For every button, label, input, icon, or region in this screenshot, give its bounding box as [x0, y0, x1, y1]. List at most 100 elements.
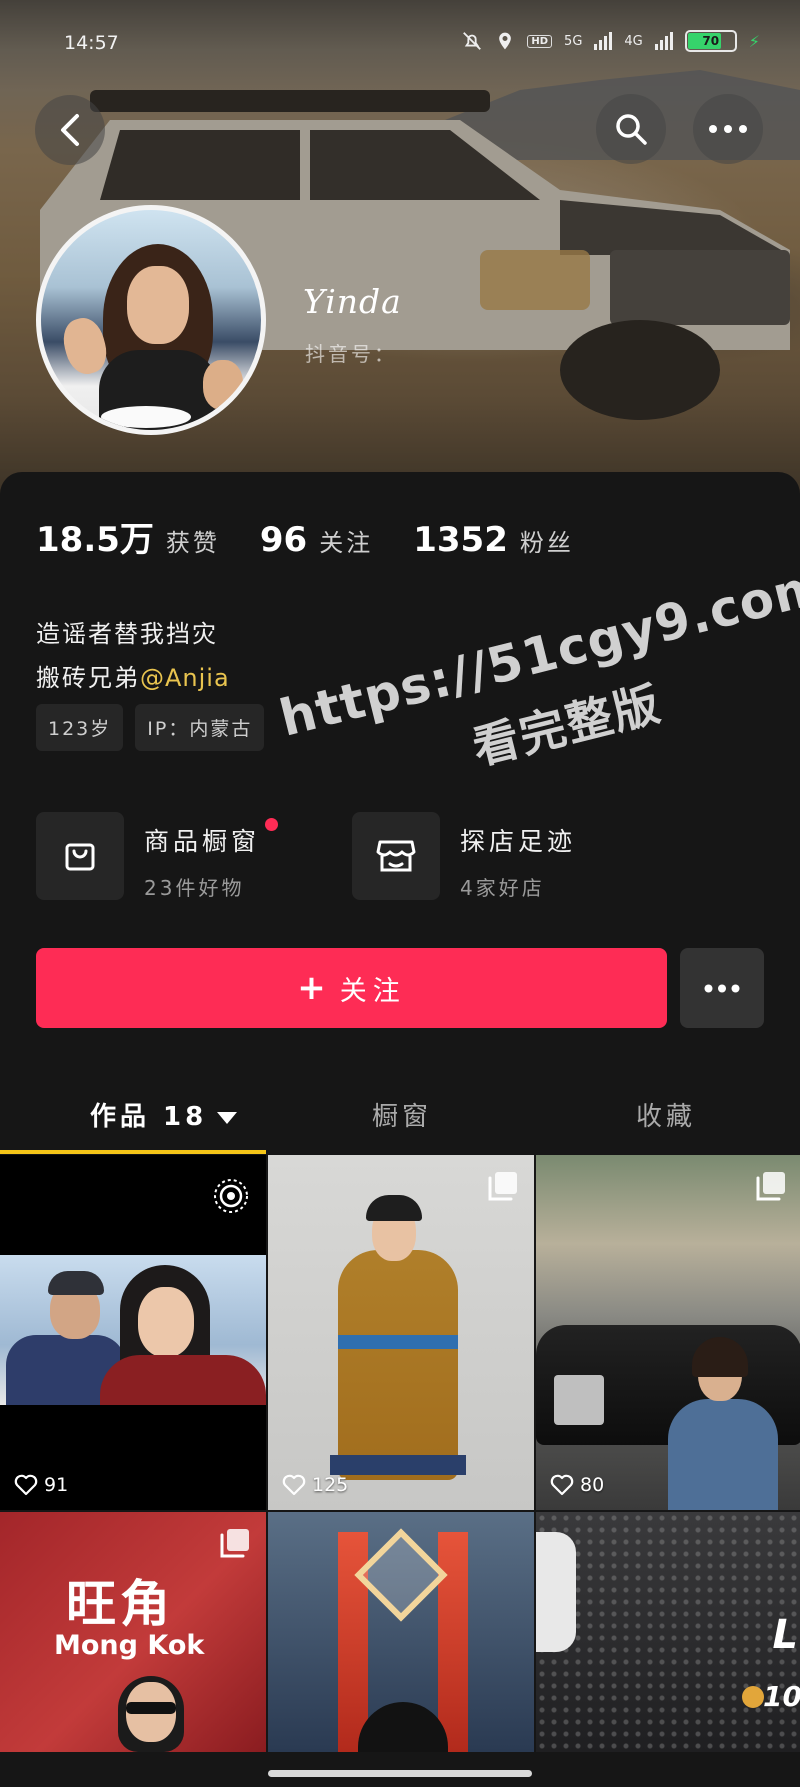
stat-following-label: 关注 [319, 529, 374, 557]
profile-name: Yinda [303, 282, 402, 321]
thumbnail-emblem [354, 1528, 448, 1622]
battery-icon: 70 [684, 30, 737, 52]
thumbnail-figure [126, 1702, 176, 1714]
tab-favorites[interactable]: 收藏 [636, 1096, 696, 1133]
search-icon [616, 114, 647, 145]
product-window-subtitle: 23件好物 [144, 876, 245, 900]
thumbnail-figure [330, 1455, 466, 1475]
more-dots-icon [704, 984, 740, 992]
stat-likes-label: 获赞 [165, 529, 220, 557]
bio-mention-link[interactable]: @Anjia [140, 664, 230, 692]
storefront-icon-box [352, 812, 440, 900]
plus-icon: + [297, 968, 332, 1008]
thumbnail-figure [48, 1271, 104, 1295]
thumbnail-overlay-text: 10 [763, 1680, 800, 1713]
video-thumbnail[interactable]: 80 [536, 1155, 800, 1510]
charging-icon: ⚡ [748, 31, 760, 51]
video-thumbnail[interactable]: L 10 [536, 1512, 800, 1752]
like-count: 91 [14, 1474, 68, 1496]
multi-image-icon [488, 1172, 517, 1201]
multi-image-icon [756, 1172, 785, 1201]
ip-location-chip: IP：内蒙古 [135, 704, 265, 751]
store-visits-text: 探店足迹 4家好店 [460, 812, 576, 901]
product-window-text: 商品橱窗 23件好物 [144, 812, 279, 901]
more-dots-icon [709, 125, 747, 133]
net-5g-label: 5G [564, 33, 583, 49]
profile-stats: 18.5万 获赞 96 关注 1352 粉丝 [36, 512, 614, 561]
follow-button[interactable]: + 关注 [36, 948, 667, 1028]
storefront-icon [376, 840, 416, 872]
avatar-face-shape [127, 266, 189, 344]
shopping-bag-icon [65, 843, 95, 871]
search-button[interactable] [596, 94, 666, 164]
thumbnail-sign-text: 旺角 [66, 1574, 174, 1633]
location-icon [499, 32, 512, 50]
more-options-button[interactable] [693, 94, 763, 164]
thumbnail-figure [358, 1702, 448, 1752]
avatar-plate-shape [101, 406, 191, 428]
product-window-entry[interactable]: 商品橱窗 23件好物 [36, 812, 279, 901]
shopping-bag-icon-box [36, 812, 124, 900]
thumbnail-tower [438, 1532, 468, 1752]
home-indicator[interactable] [268, 1770, 532, 1777]
thumbnail-figure [668, 1399, 778, 1510]
thumbnail-figure [138, 1287, 194, 1357]
stat-followers[interactable]: 1352 粉丝 [413, 520, 574, 560]
profile-chips: 123岁 IP：内蒙古 [36, 704, 265, 751]
product-window-title: 商品橱窗 [144, 818, 279, 858]
video-thumbnail[interactable] [268, 1512, 534, 1752]
hd-badge: HD [527, 34, 553, 48]
video-thumbnail[interactable]: 125 [268, 1155, 534, 1510]
video-thumbnail[interactable]: 旺角 Mong Kok [0, 1512, 266, 1752]
stat-following-value: 96 [259, 520, 308, 560]
status-icons: HD 5G 4G 70 ⚡ [461, 30, 760, 52]
signal-icon [594, 32, 613, 50]
medal-icon [742, 1686, 764, 1708]
store-visits-title: 探店足迹 [460, 827, 577, 856]
thumbnail-figure [100, 1355, 266, 1405]
bio-line-2-text: 搬砖兄弟 [36, 664, 140, 692]
thumbnail-figure [338, 1335, 458, 1349]
like-count-value: 80 [580, 1474, 605, 1496]
thumbnail-sign-text: Mong Kok [54, 1630, 205, 1661]
tab-window[interactable]: 橱窗 [372, 1096, 432, 1133]
stat-likes-value: 18.5万 [36, 520, 154, 560]
back-arrow-icon [61, 114, 79, 146]
status-bar: 14:57 HD 5G 4G 70 ⚡ [0, 28, 800, 64]
notification-dot [265, 818, 279, 831]
bio-line-1: 造谣者替我挡灾 [36, 620, 218, 648]
caret-down-icon [217, 1111, 238, 1124]
age-chip: 123岁 [36, 704, 124, 751]
video-thumbnail[interactable]: 91 [0, 1155, 266, 1510]
signal-icon [654, 32, 673, 50]
stat-followers-label: 粉丝 [519, 529, 574, 557]
avatar[interactable] [36, 205, 266, 435]
net-4g-label: 4G [624, 33, 643, 49]
stat-followers-value: 1352 [413, 520, 508, 560]
avatar-hand-shape [203, 360, 243, 410]
follow-more-button[interactable] [680, 948, 764, 1028]
bio-line-2: 搬砖兄弟@Anjia [36, 656, 230, 700]
tab-works[interactable]: 作品 18 [90, 1096, 238, 1133]
like-count-value: 125 [312, 1474, 349, 1496]
heart-icon [282, 1474, 306, 1496]
tab-works-label: 作品 18 [90, 1102, 208, 1132]
douyin-id-label: 抖音号： [305, 342, 397, 366]
stat-likes[interactable]: 18.5万 获赞 [36, 512, 220, 561]
content-tabs: 作品 18 橱窗 收藏 [0, 1082, 800, 1154]
profile-bio: 造谣者替我挡灾 搬砖兄弟@Anjia [36, 612, 230, 700]
thumbnail-figure [338, 1250, 458, 1480]
store-visits-entry[interactable]: 探店足迹 4家好店 [352, 812, 576, 901]
stat-following[interactable]: 96 关注 [260, 520, 373, 560]
follow-button-label: 关注 [339, 975, 406, 1007]
thumbnail-overlay-text: L [772, 1612, 799, 1658]
douyin-id[interactable]: 抖音号： [305, 338, 397, 367]
thumbnail-car [554, 1375, 604, 1425]
active-tab-indicator [0, 1150, 266, 1154]
thumbnail-figure [366, 1195, 422, 1221]
status-time: 14:57 [64, 32, 119, 54]
mute-bell-icon [463, 32, 482, 50]
heart-icon [550, 1474, 574, 1496]
back-button[interactable] [35, 95, 105, 165]
multi-image-icon [220, 1529, 249, 1558]
